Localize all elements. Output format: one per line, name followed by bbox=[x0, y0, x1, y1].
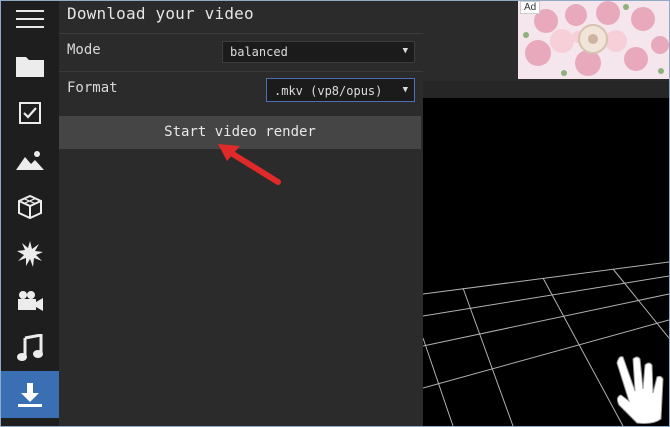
format-label: Format bbox=[67, 80, 118, 96]
folder-icon bbox=[16, 56, 44, 77]
sidebar bbox=[1, 1, 59, 426]
mode-select-value: balanced bbox=[230, 45, 288, 59]
burst-effects-icon bbox=[17, 240, 43, 267]
music-note-icon bbox=[17, 333, 43, 361]
sidebar-item-menu[interactable] bbox=[1, 1, 59, 37]
annotation-arrow-icon bbox=[218, 144, 281, 185]
format-select-value: .mkv (vp8/opus) bbox=[274, 84, 383, 98]
flower-bouquet-image bbox=[518, 1, 669, 79]
sidebar-item-audio[interactable] bbox=[1, 324, 59, 371]
image-mountain-icon bbox=[16, 150, 44, 170]
mode-row: Mode balanced ▼ bbox=[59, 33, 423, 69]
ad-label: Ad bbox=[520, 1, 541, 14]
mode-select[interactable]: balanced ▼ bbox=[222, 41, 415, 63]
hamburger-menu-icon bbox=[16, 10, 44, 28]
download-panel: Download your video Mode balanced ▼ Form… bbox=[59, 1, 423, 426]
viewport-toolbar-strip bbox=[423, 81, 669, 98]
download-icon bbox=[18, 382, 42, 407]
sidebar-item-effects[interactable] bbox=[1, 230, 59, 277]
app-window: Download your video Mode balanced ▼ Form… bbox=[0, 0, 670, 427]
checkbox-icon bbox=[19, 101, 41, 124]
cube-icon bbox=[18, 194, 42, 219]
hand-cursor-icon bbox=[616, 356, 664, 424]
sidebar-item-video[interactable] bbox=[1, 277, 59, 324]
sidebar-item-3d[interactable] bbox=[1, 183, 59, 230]
sidebar-item-files[interactable] bbox=[1, 42, 59, 89]
viewport-top-area bbox=[423, 1, 518, 81]
3d-viewport[interactable] bbox=[423, 98, 669, 426]
mode-label: Mode bbox=[67, 42, 101, 58]
format-select[interactable]: .mkv (vp8/opus) ▼ bbox=[266, 78, 415, 102]
sidebar-item-tasks[interactable] bbox=[1, 89, 59, 136]
panel-title: Download your video bbox=[67, 4, 254, 23]
chevron-down-icon: ▼ bbox=[402, 46, 408, 56]
chevron-down-icon: ▼ bbox=[402, 85, 408, 95]
format-row: Format .mkv (vp8/opus) ▼ bbox=[59, 71, 423, 107]
video-camera-icon bbox=[18, 290, 43, 311]
sidebar-item-images[interactable] bbox=[1, 136, 59, 183]
ad-banner[interactable]: Ad bbox=[518, 1, 669, 79]
sidebar-item-download[interactable] bbox=[1, 371, 59, 418]
